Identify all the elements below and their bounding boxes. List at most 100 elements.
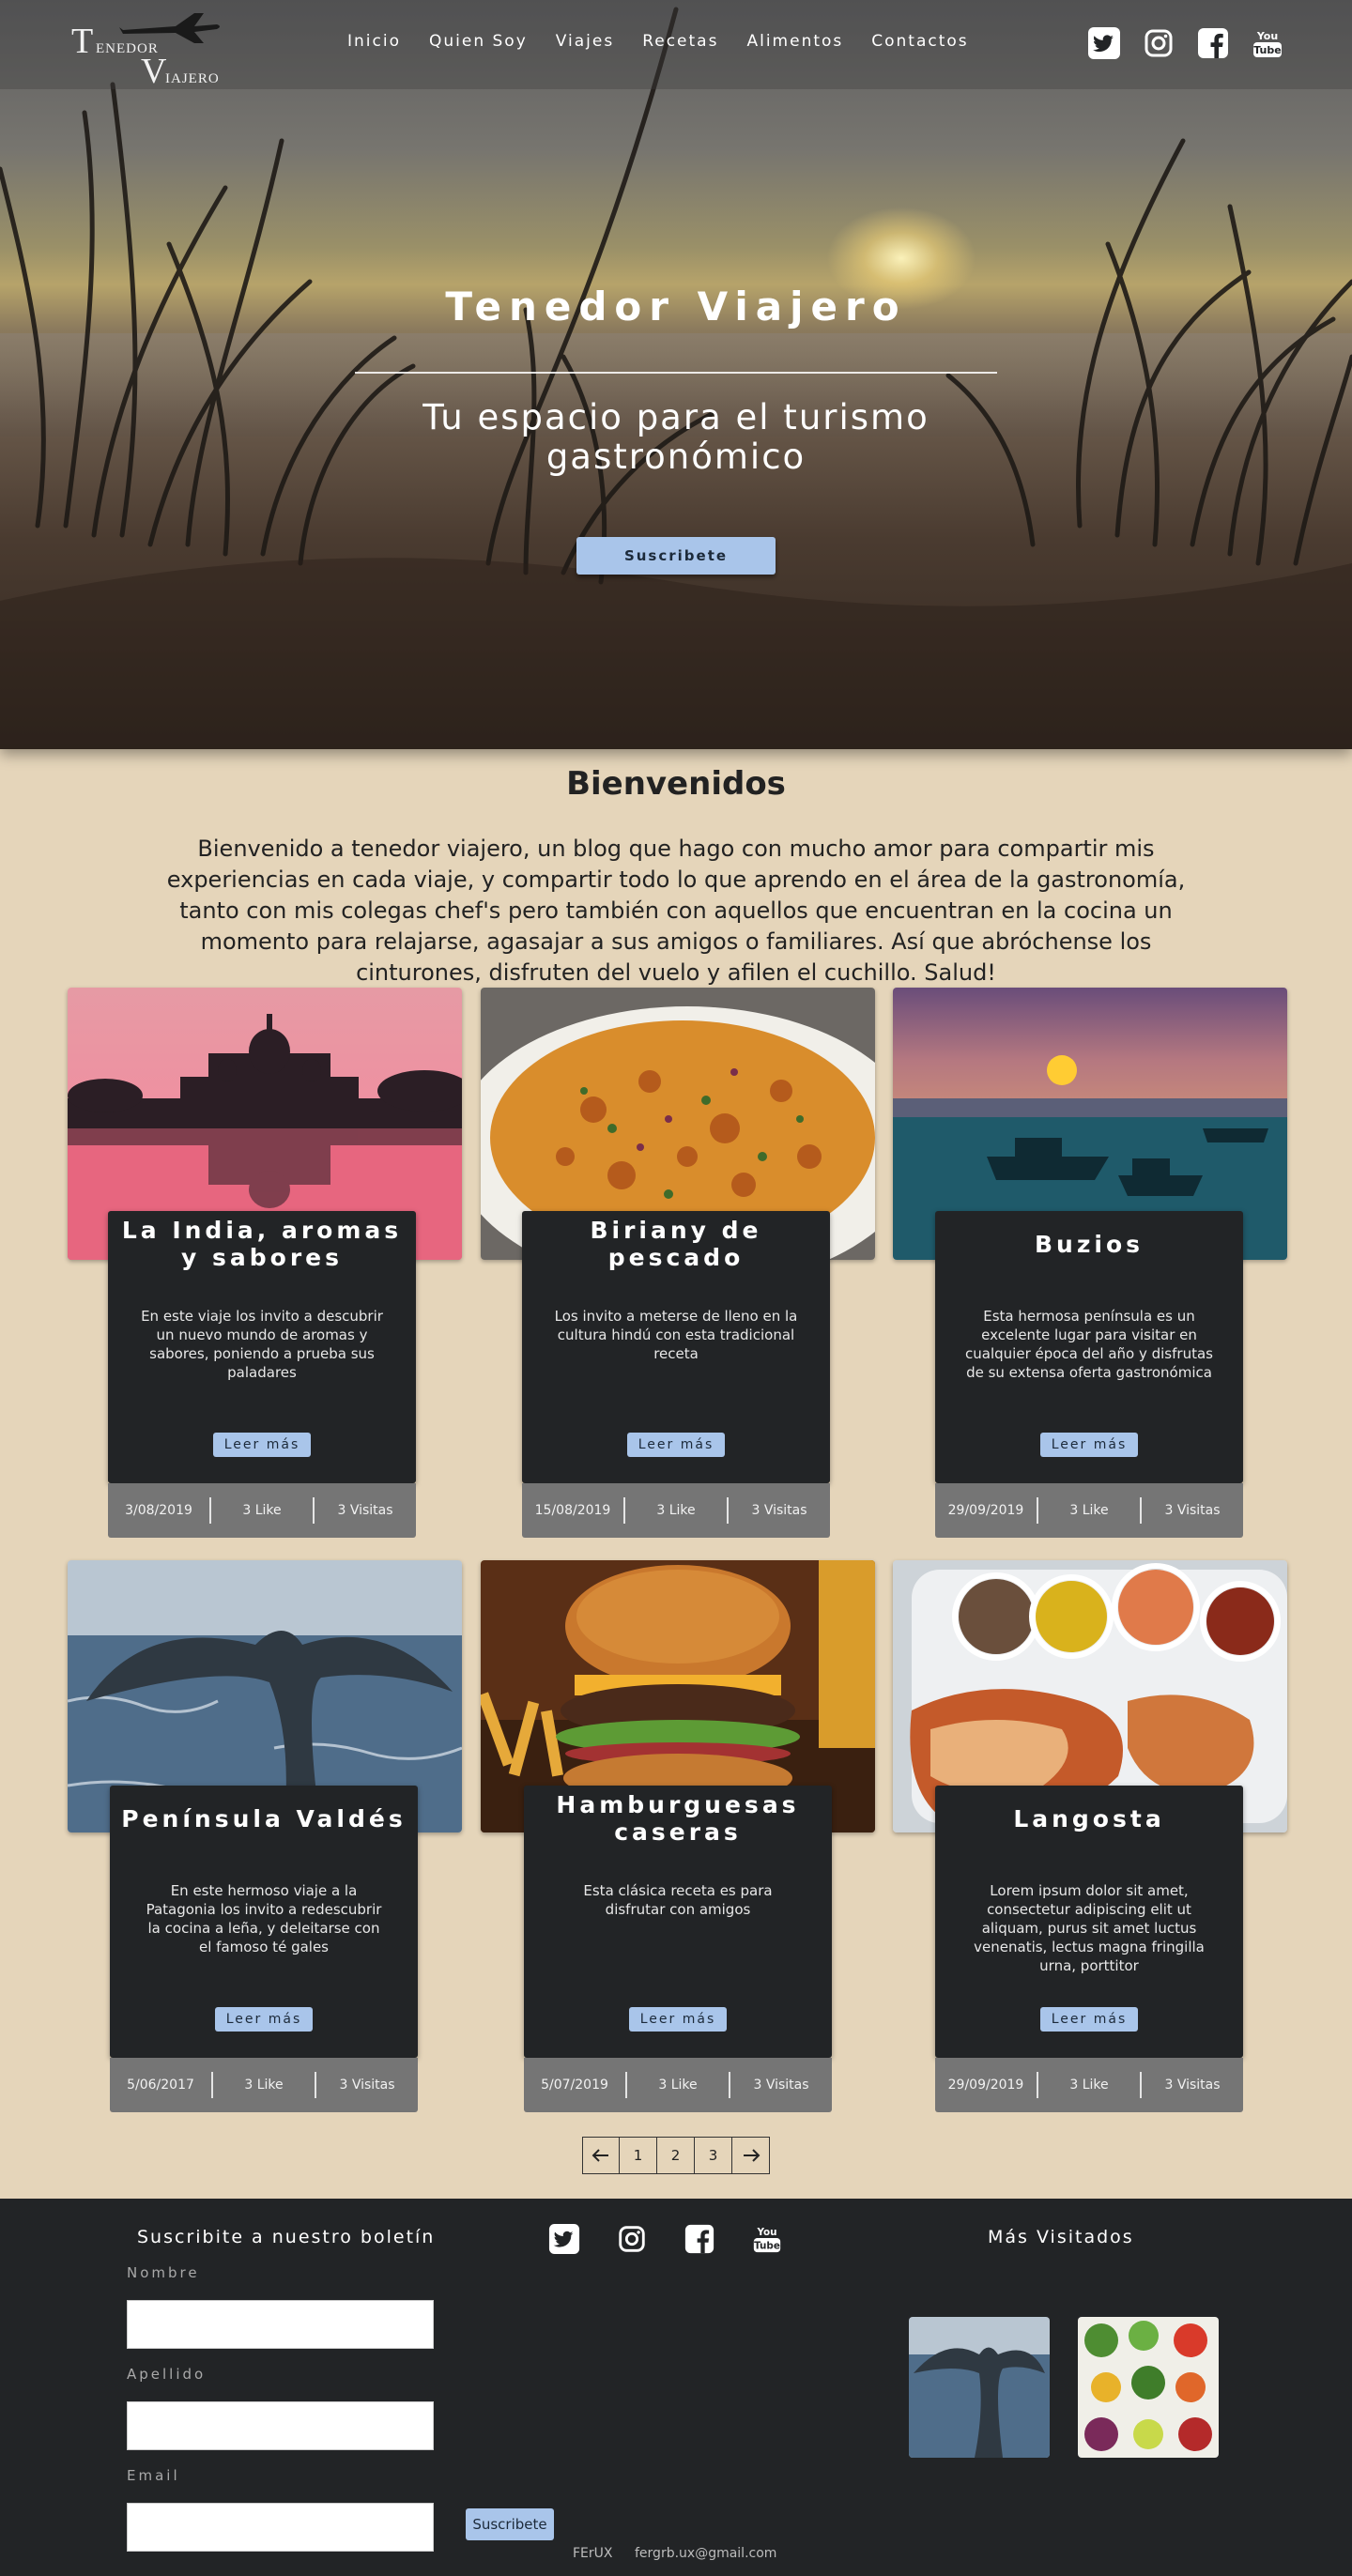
card-date: 15/08/2019 (534, 1503, 611, 1518)
page-3[interactable]: 3 (695, 2137, 732, 2174)
name-field[interactable] (127, 2300, 434, 2349)
logo-letter-t: T (71, 22, 94, 61)
svg-text:You: You (1256, 30, 1278, 42)
card-visits: 3 Visitas (727, 1497, 830, 1524)
read-more-button[interactable]: Leer más (627, 1433, 725, 1457)
card-description: En este viaje los invito a descubrir un … (141, 1308, 383, 1381)
site-footer: Suscribite a nuestro boletín Nombre Apel… (0, 2199, 1352, 2576)
card-india: La India, aromas y sabores En este viaje… (108, 1211, 416, 1538)
read-more-button[interactable]: Leer más (215, 2007, 313, 2032)
hero-subtitle: Tu espacio para el turismo gastronómico (422, 397, 930, 477)
welcome-title: Bienvenidos (566, 765, 786, 803)
arrow-right-icon[interactable] (732, 2137, 770, 2174)
read-more-button[interactable]: Leer más (1040, 1433, 1138, 1457)
facebook-icon[interactable] (684, 2223, 715, 2259)
card-date: 29/09/2019 (947, 2078, 1024, 2093)
card-visits: 3 Visitas (1140, 1497, 1243, 1524)
card-visits: 3 Visitas (729, 2072, 832, 2098)
surname-field[interactable] (127, 2401, 434, 2450)
pagination: 1 2 3 (582, 2137, 770, 2174)
card-title: Península Valdés (121, 1804, 407, 1832)
card-visits: 3 Visitas (315, 2072, 418, 2098)
card-hamburguesas: Hamburguesas caseras Esta clásica receta… (524, 1786, 832, 2112)
read-more-button[interactable]: Leer más (629, 2007, 727, 2032)
read-more-button[interactable]: Leer más (213, 1433, 311, 1457)
footer-social-links: You Tube (548, 2223, 783, 2259)
name-label: Nombre (127, 2264, 200, 2281)
svg-text:Tube: Tube (1253, 44, 1281, 56)
page-2[interactable]: 2 (657, 2137, 695, 2174)
nav-inicio[interactable]: Inicio (347, 32, 401, 51)
nav-recetas[interactable]: Recetas (642, 32, 718, 51)
read-more-button[interactable]: Leer más (1040, 2007, 1138, 2032)
twitter-icon[interactable] (548, 2223, 580, 2259)
card-description: Esta hermosa península es un excelente l… (965, 1308, 1213, 1381)
card-visits: 3 Visitas (1140, 2072, 1243, 2098)
card-title: Hamburguesas caseras (556, 1791, 800, 1846)
card-title: Buzios (1034, 1230, 1145, 1258)
card-likes[interactable]: 3 Like (1037, 2072, 1140, 2098)
email-field[interactable] (127, 2503, 434, 2552)
top-navbar: T ENEDOR V IAJERO Inicio Quien Soy Viaje… (0, 0, 1352, 91)
card-footer: 5/07/2019 3 Like 3 Visitas (524, 2058, 832, 2112)
youtube-icon[interactable]: You Tube (751, 2223, 783, 2259)
card-description: Esta clásica receta es para disfrutar co… (583, 1882, 773, 1918)
card-title: Langosta (1013, 1804, 1165, 1832)
card-footer: 15/08/2019 3 Like 3 Visitas (522, 1483, 830, 1538)
hero-banner: T ENEDOR V IAJERO Inicio Quien Soy Viaje… (0, 0, 1352, 749)
newsletter-title: Suscribite a nuestro boletín (137, 2227, 436, 2247)
surname-label: Apellido (127, 2366, 207, 2383)
most-visited-whale-thumb[interactable] (909, 2317, 1050, 2458)
footer-email-link[interactable]: fergrb.ux@gmail.com (635, 2546, 776, 2561)
instagram-icon[interactable] (1142, 26, 1175, 60)
instagram-icon[interactable] (616, 2223, 648, 2259)
card-date: 5/06/2017 (127, 2078, 194, 2093)
card-likes[interactable]: 3 Like (211, 2072, 315, 2098)
card-footer: 29/09/2019 3 Like 3 Visitas (935, 2058, 1243, 2112)
hero-divider (355, 372, 997, 374)
most-visited-vegetables-thumb[interactable] (1078, 2317, 1219, 2458)
main-nav: Inicio Quien Soy Viajes Recetas Alimento… (347, 32, 997, 51)
card-likes[interactable]: 3 Like (1037, 1497, 1140, 1524)
site-logo[interactable]: T ENEDOR V IAJERO (68, 9, 265, 94)
card-visits: 3 Visitas (313, 1497, 416, 1524)
header-social-links: You Tube (1087, 26, 1284, 60)
card-date: 29/09/2019 (947, 1503, 1024, 1518)
most-visited-title: Más Visitados (988, 2227, 1134, 2247)
card-footer: 3/08/2019 3 Like 3 Visitas (108, 1483, 416, 1538)
hero-grass-image (0, 7, 1352, 749)
card-description: En este hermoso viaje a la Patagonia los… (146, 1882, 382, 1955)
nav-quien-soy[interactable]: Quien Soy (429, 32, 528, 51)
card-buzios: Buzios Esta hermosa península es un exce… (935, 1211, 1243, 1538)
hero-title: Tenedor Viajero (445, 284, 907, 330)
nav-contactos[interactable]: Contactos (871, 32, 968, 51)
card-title: La India, aromas y sabores (121, 1217, 403, 1271)
hero-subscribe-button[interactable]: Suscribete (576, 537, 776, 575)
card-langosta: Langosta Lorem ipsum dolor sit amet, con… (935, 1786, 1243, 2112)
card-footer: 5/06/2017 3 Like 3 Visitas (110, 2058, 418, 2112)
logo-letter-v: V (141, 52, 167, 91)
card-title: Biriany de pescado (590, 1217, 762, 1271)
twitter-icon[interactable] (1087, 26, 1121, 60)
card-peninsula-valdes: Península Valdés En este hermoso viaje a… (110, 1786, 418, 2112)
page-1[interactable]: 1 (620, 2137, 657, 2174)
card-footer: 29/09/2019 3 Like 3 Visitas (935, 1483, 1243, 1538)
arrow-left-icon[interactable] (582, 2137, 620, 2174)
youtube-icon[interactable]: You Tube (1251, 26, 1284, 60)
newsletter-subscribe-button[interactable]: Suscribete (466, 2508, 554, 2540)
nav-alimentos[interactable]: Alimentos (746, 32, 843, 51)
footer-credit: FErUX (573, 2546, 613, 2561)
card-description: Lorem ipsum dolor sit amet, consectetur … (974, 1882, 1205, 1974)
card-likes[interactable]: 3 Like (209, 1497, 313, 1524)
card-likes[interactable]: 3 Like (623, 1497, 727, 1524)
svg-text:Tube: Tube (754, 2240, 780, 2251)
card-description: Los invito a meterse de lleno en la cult… (554, 1308, 798, 1362)
email-label: Email (127, 2467, 180, 2484)
card-likes[interactable]: 3 Like (625, 2072, 729, 2098)
nav-viajes[interactable]: Viajes (556, 32, 614, 51)
welcome-text: Bienvenido a tenedor viajero, un blog qu… (166, 836, 1186, 986)
card-date: 5/07/2019 (541, 2078, 608, 2093)
card-date: 3/08/2019 (125, 1503, 192, 1518)
card-biriany: Biriany de pescado Los invito a meterse … (522, 1211, 830, 1538)
facebook-icon[interactable] (1196, 26, 1230, 60)
